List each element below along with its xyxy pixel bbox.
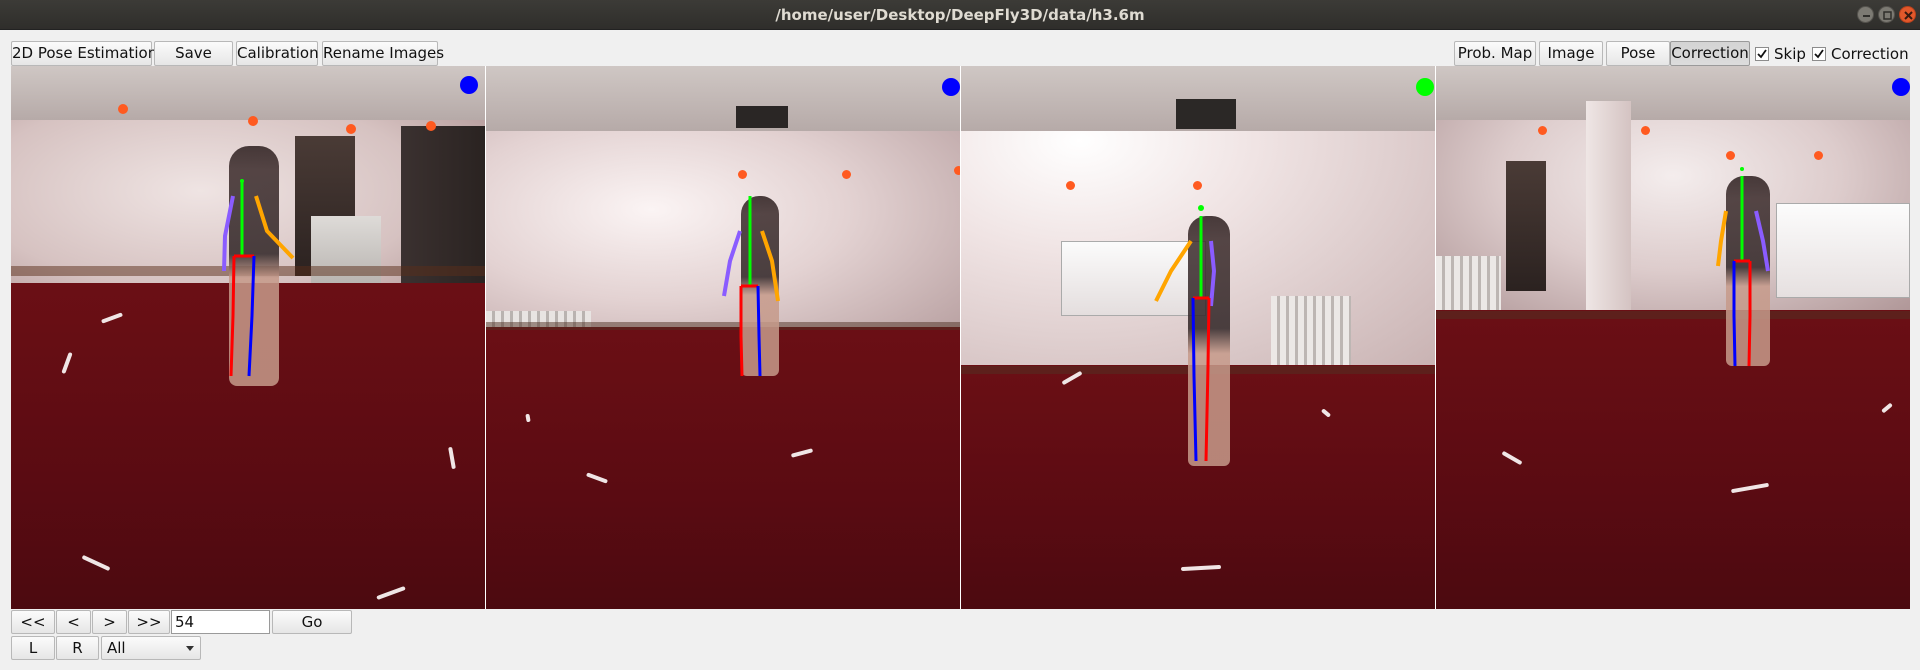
checkbox-check-icon[interactable]	[1755, 47, 1769, 61]
view-select[interactable]: All	[101, 636, 201, 660]
camera-status-indicator	[1892, 78, 1910, 96]
pose-button[interactable]: Pose	[1606, 41, 1670, 66]
right-button[interactable]: R	[56, 636, 99, 660]
camera-view-3[interactable]	[961, 66, 1435, 609]
skeleton-overlay	[722, 196, 780, 377]
prob-map-button[interactable]: Prob. Map	[1454, 41, 1536, 66]
skeleton-overlay	[1154, 205, 1217, 462]
camera-view-4[interactable]	[1436, 66, 1910, 609]
prev-frame-button[interactable]: <	[56, 610, 91, 634]
camera-view-2[interactable]	[486, 66, 960, 609]
correction-checkbox[interactable]: Correction	[1812, 44, 1909, 64]
rename-images-button[interactable]: Rename Images	[322, 41, 444, 66]
go-button[interactable]: Go	[272, 610, 352, 634]
next-frame-button[interactable]: >	[92, 610, 127, 634]
camera-status-indicator	[942, 78, 960, 96]
close-icon[interactable]	[1899, 6, 1916, 23]
correction-checkbox-label: Correction	[1831, 45, 1909, 63]
checkbox-check-icon[interactable]	[1812, 47, 1826, 61]
window-title: /home/user/Desktop/DeepFly3D/data/h3.6m	[775, 6, 1145, 24]
view-divider	[1435, 66, 1436, 609]
pose-estimation-button[interactable]: 2D Pose Estimation	[11, 41, 157, 66]
minimize-icon[interactable]	[1857, 6, 1874, 23]
maximize-icon[interactable]	[1878, 6, 1895, 23]
image-button[interactable]: Image	[1539, 41, 1603, 66]
camera-viewer	[11, 66, 1910, 609]
save-button[interactable]: Save	[154, 41, 233, 66]
left-button[interactable]: L	[11, 636, 55, 660]
skeleton-overlay	[1716, 167, 1770, 367]
camera-status-indicator	[460, 76, 478, 94]
camera-status-indicator	[1416, 78, 1434, 96]
view-divider	[485, 66, 486, 609]
frame-number-input[interactable]: 54	[171, 610, 270, 634]
camera-view-1[interactable]	[11, 66, 485, 609]
calibration-button[interactable]: Calibration	[236, 41, 319, 66]
last-frame-button[interactable]: >>	[128, 610, 170, 634]
view-divider	[960, 66, 961, 609]
first-frame-button[interactable]: <<	[11, 610, 55, 634]
skip-checkbox[interactable]: Skip	[1755, 44, 1806, 64]
correction-mode-button[interactable]: Correction	[1670, 41, 1750, 66]
skeleton-overlay	[222, 179, 295, 377]
view-select-value: All	[107, 639, 126, 657]
window-titlebar: /home/user/Desktop/DeepFly3D/data/h3.6m	[0, 0, 1920, 30]
chevron-down-icon	[186, 646, 194, 651]
skip-checkbox-label: Skip	[1774, 45, 1806, 63]
